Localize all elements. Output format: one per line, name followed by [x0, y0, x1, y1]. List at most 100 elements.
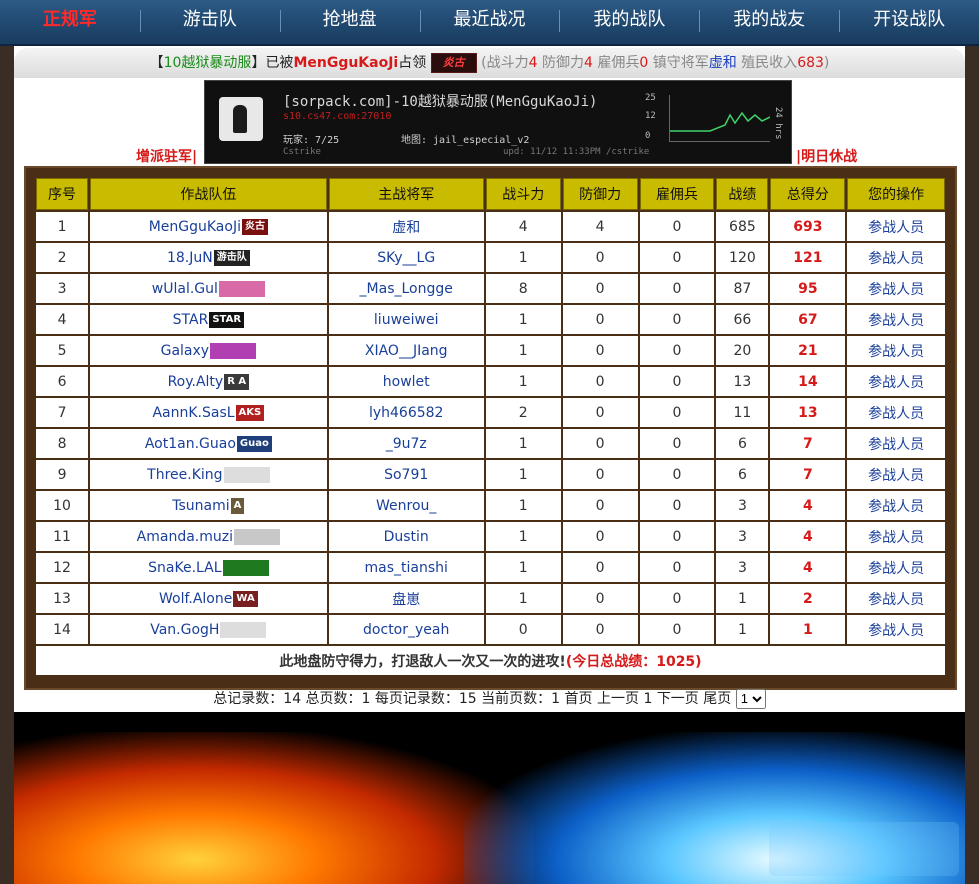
team-cell[interactable]: Tsunami A — [90, 491, 327, 520]
team-cell[interactable]: Three.King — [90, 460, 327, 489]
general-name[interactable]: lyh466582 — [328, 398, 484, 427]
team-name[interactable]: 18.JuN — [167, 250, 213, 266]
general-name[interactable]: SKy__LG — [328, 243, 484, 272]
general-name[interactable]: howlet — [328, 367, 484, 396]
graph-tick-25: 25 — [645, 93, 656, 103]
income-value: 683 — [797, 55, 824, 71]
rank-number: 8 — [36, 429, 89, 458]
team-emblem-icon: 炎古 — [241, 218, 268, 235]
team-cell[interactable]: SnaKe.LAL — [90, 553, 327, 582]
team-cell[interactable]: wUlal.Gul — [90, 274, 327, 303]
team-name[interactable]: AannK.SasL — [152, 405, 234, 421]
participants-link[interactable]: 参战人员 — [847, 274, 945, 303]
general-name[interactable]: 盘崽 — [328, 584, 484, 613]
top-navigation: 正规军 游击队 抢地盘 最近战况 我的战队 我的战友 开设战队 — [0, 0, 979, 46]
participants-link[interactable]: 参战人员 — [847, 367, 945, 396]
player-history-graph — [669, 95, 771, 142]
team-cell[interactable]: Amanda.muzi — [90, 522, 327, 551]
nav-item-2[interactable]: 抢地盘 — [279, 0, 420, 44]
prev-page-link[interactable]: 上一页 — [597, 691, 639, 707]
participants-link[interactable]: 参战人员 — [847, 491, 945, 520]
combat-power: 1 — [485, 553, 561, 582]
team-name[interactable]: STAR — [173, 312, 209, 328]
team-name[interactable]: MenGguKaoJi — [149, 219, 241, 235]
general-name[interactable]: liuweiwei — [328, 305, 484, 334]
table-row: 7 AannK.SasL AKS lyh466582 2 0 0 11 13 参战人员 — [36, 398, 945, 427]
general-name[interactable]: Wenrou_ — [328, 491, 484, 520]
participants-link[interactable]: 参战人员 — [847, 429, 945, 458]
combat-power: 1 — [485, 336, 561, 365]
team-name[interactable]: Wolf.Alone — [159, 591, 232, 607]
team-cell[interactable]: 18.JuN 游击队 — [90, 243, 327, 272]
general-name[interactable]: _9u7z — [328, 429, 484, 458]
nav-item-6[interactable]: 开设战队 — [839, 0, 979, 44]
team-cell[interactable]: Van.GogH — [90, 615, 327, 644]
server-name[interactable]: 10越狱暴动服 — [164, 55, 252, 71]
site-watermark-logo — [769, 822, 959, 876]
team-emblem-icon — [220, 621, 267, 638]
column-header-4: 防御力 — [562, 178, 638, 210]
defense-power: 0 — [562, 398, 638, 427]
team-cell[interactable]: Roy.Alty R A — [90, 367, 327, 396]
general-name[interactable]: XIAO__JIang — [328, 336, 484, 365]
battle-record: 3 — [716, 553, 769, 582]
team-cell[interactable]: Aot1an.Guao Guao — [90, 429, 327, 458]
occupying-team[interactable]: MenGguKaoJi — [293, 55, 398, 71]
nav-item-4[interactable]: 我的战队 — [559, 0, 699, 44]
rank-number: 14 — [36, 615, 89, 644]
team-cell[interactable]: AannK.SasL AKS — [90, 398, 327, 427]
general-name[interactable]: So791 — [328, 460, 484, 489]
defense-power: 0 — [562, 274, 638, 303]
team-name[interactable]: Aot1an.Guao — [145, 436, 236, 452]
team-cell[interactable]: MenGguKaoJi 炎古 — [90, 212, 327, 241]
participants-link[interactable]: 参战人员 — [847, 398, 945, 427]
participants-link[interactable]: 参战人员 — [847, 553, 945, 582]
team-emblem-icon: 游击队 — [213, 249, 250, 266]
team-emblem-icon — [210, 342, 257, 359]
team-emblem-icon: STAR — [209, 311, 245, 328]
last-page-link[interactable]: 尾页 — [703, 691, 731, 707]
defense-power: 0 — [562, 553, 638, 582]
truce-link[interactable]: |明日休战 — [796, 146, 857, 166]
reinforce-link[interactable]: 增派驻军| — [136, 146, 197, 166]
server-status-banner[interactable]: [sorpack.com]-10越狱暴动服(MenGguKaoJi) s10.c… — [204, 80, 792, 164]
participants-link[interactable]: 参战人员 — [847, 522, 945, 551]
participants-link[interactable]: 参战人员 — [847, 336, 945, 365]
next-page-link[interactable]: 下一页 — [657, 691, 699, 707]
general-name[interactable]: mas_tianshi — [328, 553, 484, 582]
general-name[interactable]: doctor_yeah — [328, 615, 484, 644]
team-name[interactable]: Tsunami — [172, 498, 229, 514]
team-emblem-icon: R A — [224, 373, 250, 390]
general-name[interactable]: Dustin — [328, 522, 484, 551]
participants-link[interactable]: 参战人员 — [847, 584, 945, 613]
team-name[interactable]: Roy.Alty — [168, 374, 224, 390]
participants-link[interactable]: 参战人员 — [847, 615, 945, 644]
nav-item-3[interactable]: 最近战况 — [419, 0, 560, 44]
team-name[interactable]: wUlal.Gul — [152, 281, 218, 297]
nav-item-1[interactable]: 游击队 — [139, 0, 280, 44]
team-cell[interactable]: Galaxy — [90, 336, 327, 365]
team-cell[interactable]: Wolf.Alone WA — [90, 584, 327, 613]
participants-link[interactable]: 参战人员 — [847, 212, 945, 241]
nav-item-5[interactable]: 我的战友 — [699, 0, 839, 44]
counter-strike-logo-icon — [219, 97, 263, 141]
team-name[interactable]: Three.King — [147, 467, 222, 483]
nav-item-0[interactable]: 正规军 — [0, 0, 140, 44]
rank-number: 12 — [36, 553, 89, 582]
general-name[interactable]: _Mas_Longge — [328, 274, 484, 303]
general-name[interactable]: 虚和 — [328, 212, 484, 241]
team-name[interactable]: Van.GogH — [150, 622, 219, 638]
page-select[interactable]: 1 — [735, 688, 766, 709]
rank-number: 5 — [36, 336, 89, 365]
team-name[interactable]: Amanda.muzi — [137, 529, 233, 545]
team-cell[interactable]: STAR STAR — [90, 305, 327, 334]
participants-link[interactable]: 参战人员 — [847, 460, 945, 489]
column-header-7: 总得分 — [770, 178, 846, 210]
first-page-link[interactable]: 首页 — [565, 691, 593, 707]
participants-link[interactable]: 参战人员 — [847, 243, 945, 272]
participants-link[interactable]: 参战人员 — [847, 305, 945, 334]
team-name[interactable]: Galaxy — [161, 343, 209, 359]
total-score: 95 — [770, 274, 846, 303]
team-name[interactable]: SnaKe.LAL — [148, 560, 221, 576]
table-row: 1 MenGguKaoJi 炎古 虚和 4 4 0 685 693 参战人员 — [36, 212, 945, 241]
